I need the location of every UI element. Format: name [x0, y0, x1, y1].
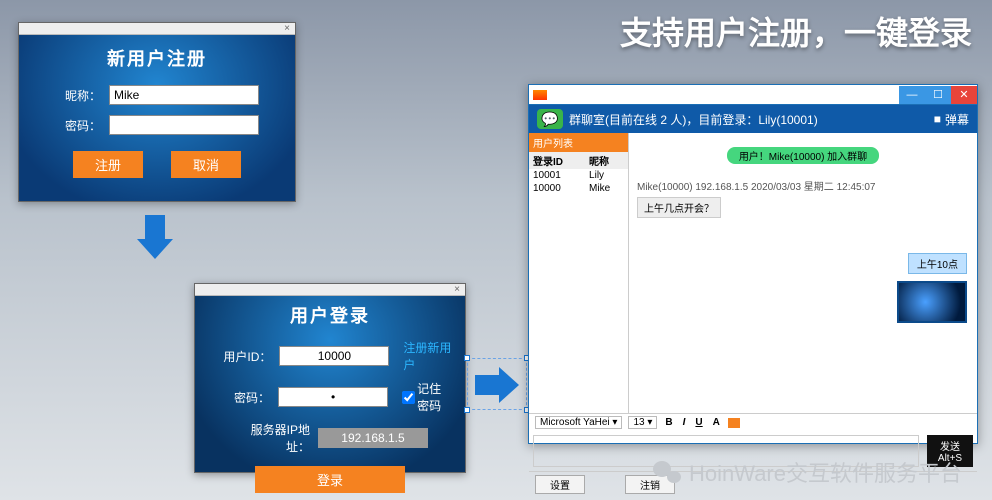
close-icon[interactable]: ✕	[951, 86, 977, 104]
user-list-tab[interactable]: 用户列表	[529, 133, 628, 152]
message-left: 上午几点开会？	[637, 197, 721, 218]
nick-row: 昵称：	[55, 85, 259, 105]
user-panel: 用户列表 登录ID昵称 10001Lily 10000Mike	[529, 133, 629, 413]
col-nick: 昵称	[585, 152, 628, 169]
minimize-icon[interactable]: —	[899, 86, 925, 104]
chat-bubble-icon: 💬	[537, 109, 563, 129]
login-password-input[interactable]	[278, 387, 388, 407]
chat-header-text: 群聊室(目前在线 2 人)，目前登录：Lily(10001)	[569, 111, 818, 128]
message-meta: Mike(10000) 192.168.1.5 2020/03/03 星期二 1…	[637, 178, 969, 193]
nick-label: 昵称：	[55, 87, 101, 104]
bullet-square-icon[interactable]: ■	[934, 112, 941, 126]
remember-checkbox[interactable]	[402, 391, 415, 404]
register-password-input[interactable]	[109, 115, 259, 135]
cancel-button[interactable]: 取消	[171, 151, 241, 178]
message-right: 上午10点	[908, 253, 967, 274]
chat-titlebar: — ☐ ✕	[529, 85, 977, 105]
login-pwd-label: 密码：	[207, 389, 270, 406]
close-icon[interactable]: ×	[451, 284, 463, 295]
pwd-label: 密码：	[55, 117, 101, 134]
col-id: 登录ID	[529, 152, 585, 169]
login-body: 用户登录 用户ID： 注册新用户 密码： 记住密码 服务器IP地址： 登录	[195, 296, 465, 472]
page-headline: 支持用户注册，一键登录	[620, 8, 972, 54]
watermark: HoinWare交互软件服务平台	[653, 456, 962, 488]
table-row[interactable]: 10000Mike	[529, 182, 628, 195]
bullet-label: 弹幕	[945, 111, 969, 128]
login-titlebar: ×	[195, 284, 465, 296]
register-body: 新用户注册 昵称： 密码： 注册 取消	[19, 35, 295, 201]
font-select[interactable]: Microsoft YaHei ▾	[535, 416, 622, 429]
remember-label: 记住密码	[417, 380, 453, 414]
uid-label: 用户ID：	[207, 348, 271, 365]
register-titlebar: ×	[19, 23, 295, 35]
join-message: 用户！Mike(10000) 加入群聊	[727, 147, 879, 164]
register-window: × 新用户注册 昵称： 密码： 注册 取消	[18, 22, 296, 202]
uid-input[interactable]	[279, 346, 389, 366]
user-table: 登录ID昵称 10001Lily 10000Mike	[529, 152, 628, 195]
message-area: 用户！Mike(10000) 加入群聊 Mike(10000) 192.168.…	[629, 133, 977, 413]
chat-header: 💬 群聊室(目前在线 2 人)，目前登录：Lily(10001) ■ 弹幕	[529, 105, 977, 133]
login-button[interactable]: 登录	[255, 466, 405, 493]
nick-input[interactable]	[109, 85, 259, 105]
underline-button[interactable]: U	[693, 417, 704, 428]
app-icon	[533, 90, 547, 100]
maximize-icon[interactable]: ☐	[925, 86, 951, 104]
font-size-select[interactable]: 13 ▾	[628, 416, 657, 429]
register-button-row: 注册 取消	[73, 151, 241, 178]
login-pwd-row: 密码： 记住密码	[207, 380, 453, 414]
image-thumbnail[interactable]	[897, 281, 967, 323]
table-row[interactable]: 10001Lily	[529, 169, 628, 182]
window-buttons: — ☐ ✕	[899, 86, 977, 104]
uid-row: 用户ID： 注册新用户	[207, 339, 453, 373]
chat-window: — ☐ ✕ 💬 群聊室(目前在线 2 人)，目前登录：Lily(10001) ■…	[528, 84, 978, 444]
login-title: 用户登录	[290, 302, 370, 328]
register-link[interactable]: 注册新用户	[403, 339, 453, 373]
arrow-down-icon	[140, 215, 170, 261]
ip-label: 服务器IP地址：	[232, 421, 310, 455]
register-button[interactable]: 注册	[73, 151, 143, 178]
italic-button[interactable]: I	[681, 417, 688, 428]
remember-wrap[interactable]: 记住密码	[402, 380, 453, 414]
text-color-button[interactable]: A	[711, 417, 722, 428]
color-swatch[interactable]	[728, 418, 740, 428]
ip-input[interactable]	[318, 428, 428, 448]
settings-button[interactable]: 设置	[535, 475, 585, 494]
bold-button[interactable]: B	[663, 417, 674, 428]
format-toolbar: Microsoft YaHei ▾ 13 ▾ B I U A	[529, 413, 977, 431]
wechat-icon	[653, 459, 681, 485]
close-icon[interactable]: ×	[281, 23, 293, 34]
login-window: × 用户登录 用户ID： 注册新用户 密码： 记住密码 服务器IP地址： 登录	[194, 283, 466, 473]
register-title: 新用户注册	[107, 45, 207, 71]
pwd-row: 密码：	[55, 115, 259, 135]
watermark-text: HoinWare交互软件服务平台	[689, 456, 962, 488]
arrow-right-icon	[475, 370, 521, 400]
chat-body: 用户列表 登录ID昵称 10001Lily 10000Mike 用户！Mike(…	[529, 133, 977, 413]
ip-row: 服务器IP地址：	[232, 421, 428, 455]
